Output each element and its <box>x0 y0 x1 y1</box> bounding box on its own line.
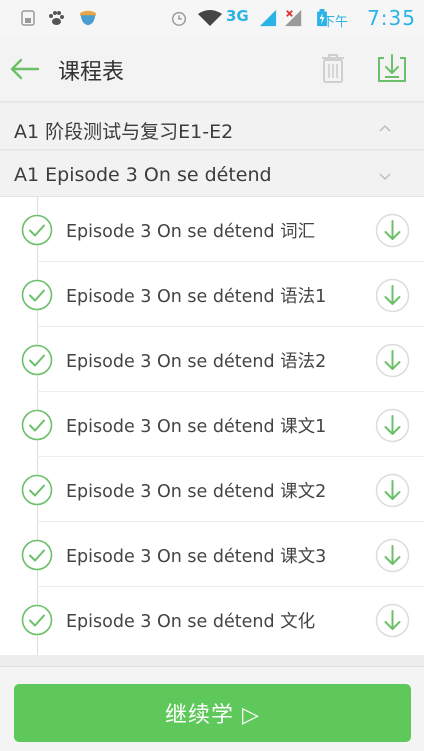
check-circle-icon <box>21 279 53 311</box>
app-header: 课程表 <box>0 36 424 102</box>
download-icon[interactable] <box>375 538 410 573</box>
continue-learning-button[interactable]: 继续学 ▷ <box>14 684 411 742</box>
cup-app-icon <box>79 10 97 26</box>
paw-app-icon <box>49 11 64 25</box>
list-item[interactable]: Episode 3 On se détend 语法1 <box>0 262 424 327</box>
lesson-label: Episode 3 On se détend 课文2 <box>66 482 327 502</box>
lesson-label: Episode 3 On se détend 文化 <box>66 612 316 632</box>
wifi-icon <box>198 10 222 26</box>
lesson-label: Episode 3 On se détend 课文3 <box>66 547 327 567</box>
storage-icon <box>21 10 35 26</box>
section-title: A1 Episode 3 On se détend <box>14 164 272 186</box>
download-icon[interactable] <box>375 408 410 443</box>
arrow-left-icon[interactable] <box>8 54 40 84</box>
check-circle-icon <box>21 539 53 571</box>
download-tray-icon[interactable] <box>376 52 408 84</box>
alarm-icon <box>171 11 187 26</box>
lesson-label: Episode 3 On se détend 语法2 <box>66 352 327 372</box>
check-circle-icon <box>21 474 53 506</box>
page-title: 课程表 <box>58 60 125 85</box>
list-item[interactable]: Episode 3 On se détend 课文1 <box>0 392 424 457</box>
section-title: A1 阶段测试与复习E1-E2 <box>14 121 234 143</box>
check-circle-icon <box>21 344 53 376</box>
list-item[interactable]: Episode 3 On se détend 语法2 <box>0 327 424 392</box>
list-item[interactable]: Episode 3 On se détend 课文3 <box>0 522 424 587</box>
lesson-list: Episode 3 On se détend 词汇 Episode 3 On se… <box>0 197 424 655</box>
signal-no-service-icon <box>285 9 302 27</box>
network-type: 3G <box>226 7 249 25</box>
lesson-label: Episode 3 On se détend 词汇 <box>66 222 316 242</box>
download-icon[interactable] <box>375 278 410 313</box>
download-icon[interactable] <box>375 213 410 248</box>
footer-bar: 继续学 ▷ <box>0 666 424 751</box>
trash-icon[interactable] <box>319 52 347 84</box>
check-circle-icon <box>21 604 53 636</box>
lesson-label: Episode 3 On se détend 语法1 <box>66 287 327 307</box>
check-circle-icon <box>21 409 53 441</box>
list-item[interactable]: Episode 3 On se détend 词汇 <box>0 197 424 262</box>
status-time: 7:35 <box>367 6 416 30</box>
status-ampm: 下午 <box>321 15 348 30</box>
download-icon[interactable] <box>375 473 410 508</box>
list-item[interactable]: Episode 3 On se détend 文化 <box>0 587 424 652</box>
continue-label: 继续学 ▷ <box>165 703 260 728</box>
download-icon[interactable] <box>375 603 410 638</box>
section-header[interactable]: A1 Episode 3 On se détend <box>0 151 424 197</box>
section-header[interactable]: A1 阶段测试与复习E1-E2 <box>0 103 424 150</box>
status-bar: 3G 下午 7:35 <box>0 0 424 36</box>
download-icon[interactable] <box>375 343 410 378</box>
chevron-down-icon <box>379 173 391 181</box>
list-item[interactable]: Episode 3 On se détend 课文2 <box>0 457 424 522</box>
chevron-up-icon <box>379 124 391 132</box>
signal-icon <box>259 9 277 27</box>
check-circle-icon <box>21 214 53 246</box>
lesson-label: Episode 3 On se détend 课文1 <box>66 417 327 437</box>
